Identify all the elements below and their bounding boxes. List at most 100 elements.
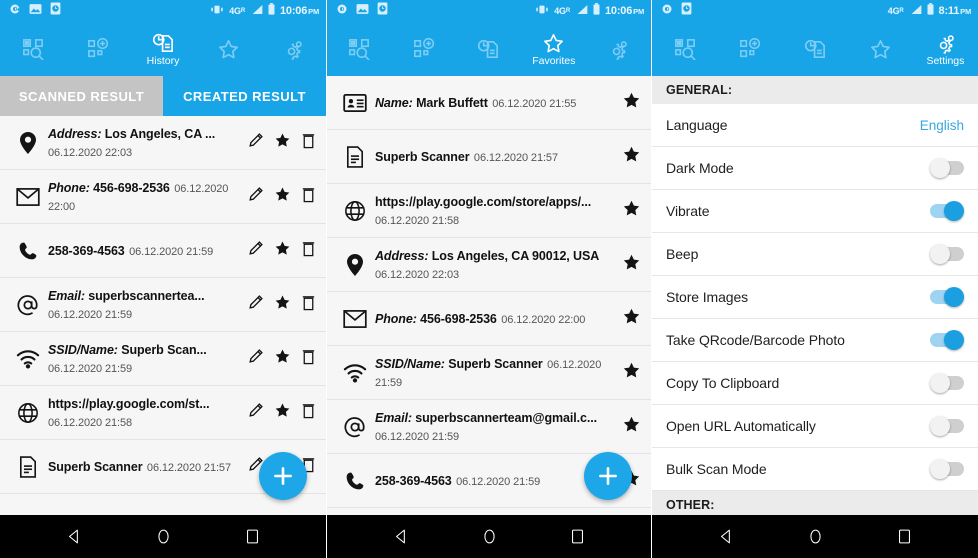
setting-row-bulk-scan[interactable]: Bulk Scan Mode xyxy=(652,448,978,491)
tab-favorites[interactable]: Favorites xyxy=(521,22,586,76)
favorite-star-icon[interactable] xyxy=(622,361,641,385)
tab-settings[interactable]: Settings xyxy=(913,22,978,76)
favorite-star-icon[interactable] xyxy=(274,240,291,262)
edit-pencil-icon[interactable] xyxy=(247,132,264,154)
favorite-star-icon[interactable] xyxy=(622,307,641,331)
delete-trash-icon[interactable] xyxy=(301,186,316,208)
row-title: https://play.google.com/store/apps/... xyxy=(375,194,592,209)
edit-pencil-icon[interactable] xyxy=(247,240,264,262)
delete-trash-icon[interactable] xyxy=(301,240,316,262)
favorite-star-icon[interactable] xyxy=(622,253,641,277)
table-row[interactable]: Email: superbscannerteam@gmail.c... 06.1… xyxy=(327,400,651,454)
setting-row-beep[interactable]: Beep xyxy=(652,233,978,276)
toggle-open-url-automatically[interactable] xyxy=(930,416,964,436)
table-row[interactable]: Superb Scanner 06.12.2020 21:57 xyxy=(327,130,651,184)
toggle-vibrate[interactable] xyxy=(930,201,964,221)
tab-history[interactable]: History xyxy=(130,22,195,76)
delete-trash-icon[interactable] xyxy=(301,132,316,154)
toggle-bulk-scan-mode[interactable] xyxy=(930,459,964,479)
back-triangle-icon[interactable] xyxy=(66,528,83,545)
toggle-take-qrcode-photo[interactable] xyxy=(930,330,964,350)
tab-favorites-label: Favorites xyxy=(532,54,576,67)
table-row[interactable]: Address: Los Angeles, CA 90012, USA 06.1… xyxy=(327,238,651,292)
screenshot-icon xyxy=(29,2,42,20)
favorite-star-icon[interactable] xyxy=(274,186,291,208)
table-row[interactable]: Phone: 456-698-2536 06.12.2020 22:00 xyxy=(0,170,326,224)
add-button[interactable] xyxy=(584,452,632,500)
toggle-store-images[interactable] xyxy=(930,287,964,307)
tab-settings[interactable] xyxy=(261,22,326,76)
recents-square-icon[interactable] xyxy=(897,528,912,545)
status-bar-right-icons: 4G R 10:06PM xyxy=(210,2,319,20)
setting-row-language[interactable]: Language English xyxy=(652,104,978,147)
tab-create[interactable] xyxy=(392,22,457,76)
table-row[interactable]: Phone: 456-698-2536 06.12.2020 22:00 xyxy=(327,292,651,346)
battery-icon xyxy=(593,2,600,20)
recents-square-icon[interactable] xyxy=(570,528,585,545)
favorite-star-icon[interactable] xyxy=(274,402,291,424)
favorite-star-icon[interactable] xyxy=(622,145,641,169)
table-row[interactable]: 258-369-4563 06.12.2020 21:59 xyxy=(0,224,326,278)
back-triangle-icon[interactable] xyxy=(393,528,410,545)
tab-create[interactable] xyxy=(65,22,130,76)
edit-pencil-icon[interactable] xyxy=(247,348,264,370)
table-row[interactable]: https://play.google.com/store/apps/... 0… xyxy=(327,184,651,238)
setting-value-language[interactable]: English xyxy=(920,118,964,133)
favorite-star-icon[interactable] xyxy=(274,294,291,316)
table-row[interactable]: Address: Los Angeles, CA ... 06.12.2020 … xyxy=(0,116,326,170)
setting-row-take-photo[interactable]: Take QRcode/Barcode Photo xyxy=(652,319,978,362)
row-title: Address: Los Angeles, CA ... xyxy=(48,126,216,141)
tab-create[interactable] xyxy=(717,22,782,76)
battery-icon xyxy=(927,2,934,20)
edit-pencil-icon[interactable] xyxy=(247,186,264,208)
home-circle-icon[interactable] xyxy=(481,528,498,545)
favorite-star-icon[interactable] xyxy=(622,199,641,223)
toggle-beep[interactable] xyxy=(930,244,964,264)
tab-history[interactable] xyxy=(782,22,847,76)
toggle-copy-to-clipboard[interactable] xyxy=(930,373,964,393)
location-pin-icon xyxy=(8,131,48,155)
recents-square-icon[interactable] xyxy=(245,528,260,545)
favorite-star-icon[interactable] xyxy=(622,91,641,115)
tab-favorites[interactable] xyxy=(848,22,913,76)
delete-trash-icon[interactable] xyxy=(301,348,316,370)
favorite-star-icon[interactable] xyxy=(622,415,641,439)
setting-row-dark-mode[interactable]: Dark Mode xyxy=(652,147,978,190)
tab-scan[interactable] xyxy=(0,22,65,76)
setting-row-copy-clipboard[interactable]: Copy To Clipboard xyxy=(652,362,978,405)
row-title: Email: superbscannertea... xyxy=(48,288,205,303)
status-bar: 4G R 10:06PM xyxy=(0,0,326,22)
tab-history[interactable] xyxy=(457,22,522,76)
tab-created-result[interactable]: CREATED RESULT xyxy=(163,76,326,116)
table-row[interactable]: Name: Mark Buffett 06.12.2020 21:55 xyxy=(327,76,651,130)
tab-settings-label: Settings xyxy=(926,54,965,67)
table-row[interactable]: Email: superbscannertea... 06.12.2020 21… xyxy=(0,278,326,332)
edit-pencil-icon[interactable] xyxy=(247,294,264,316)
setting-row-vibrate[interactable]: Vibrate xyxy=(652,190,978,233)
tab-scan[interactable] xyxy=(652,22,717,76)
envelope-icon xyxy=(8,187,48,206)
tab-favorites[interactable] xyxy=(196,22,261,76)
back-triangle-icon[interactable] xyxy=(718,528,735,545)
setting-row-store-images[interactable]: Store Images xyxy=(652,276,978,319)
tab-scanned-result[interactable]: SCANNED RESULT xyxy=(0,76,163,116)
status-bar-left-icons xyxy=(661,2,692,20)
table-row[interactable]: SSID/Name: Superb Scanner 06.12.2020 21:… xyxy=(327,346,651,400)
delete-trash-icon[interactable] xyxy=(301,294,316,316)
vibrate-icon xyxy=(535,2,549,20)
edit-pencil-icon[interactable] xyxy=(247,402,264,424)
setting-row-open-url[interactable]: Open URL Automatically xyxy=(652,405,978,448)
table-row[interactable]: SSID/Name: Superb Scan... 06.12.2020 21:… xyxy=(0,332,326,386)
table-row[interactable]: https://play.google.com/st... 06.12.2020… xyxy=(0,386,326,440)
row-date: 06.12.2020 21:59 xyxy=(456,475,541,488)
toggle-dark-mode[interactable] xyxy=(930,158,964,178)
tab-scan[interactable] xyxy=(327,22,392,76)
add-button[interactable] xyxy=(259,452,307,500)
delete-trash-icon[interactable] xyxy=(301,402,316,424)
favorite-star-icon[interactable] xyxy=(274,348,291,370)
tab-settings[interactable] xyxy=(586,22,651,76)
home-circle-icon[interactable] xyxy=(155,528,172,545)
globe-icon xyxy=(8,402,48,424)
favorite-star-icon[interactable] xyxy=(274,132,291,154)
home-circle-icon[interactable] xyxy=(807,528,824,545)
